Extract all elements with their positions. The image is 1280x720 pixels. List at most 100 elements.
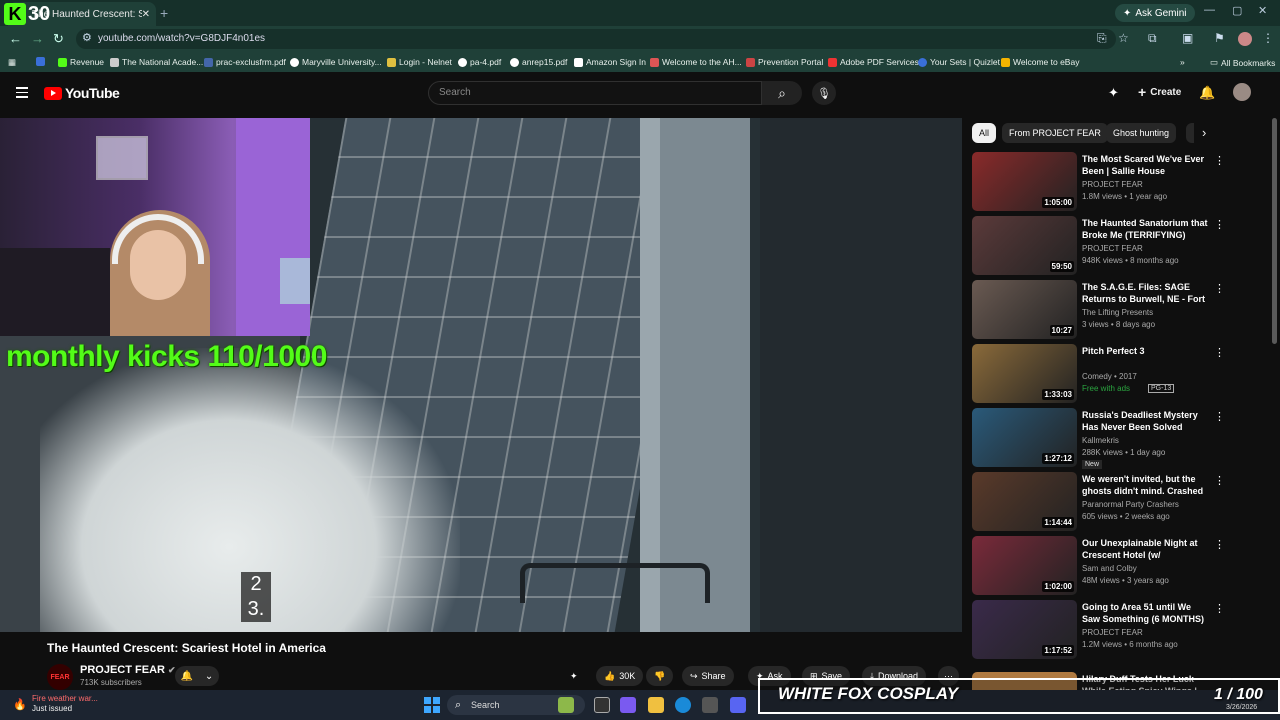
rating-badge: PG-13 (1148, 384, 1175, 393)
windows-start-icon[interactable] (424, 697, 440, 713)
more-vert-icon[interactable]: ⋮ (1214, 474, 1225, 487)
recommendation-item[interactable]: 1:14:44 We weren't invited, but the ghost… (972, 472, 1268, 532)
site-info-icon[interactable]: ⚙ (82, 31, 92, 44)
chip-partial[interactable] (1186, 123, 1194, 143)
bookmark-item[interactable]: Login - Nelnet (387, 57, 452, 67)
more-vert-icon[interactable]: ⋮ (1214, 410, 1225, 423)
rec-channel: Kallmekris (1082, 436, 1119, 445)
share-icon: ↪ (690, 670, 698, 681)
weather-widget[interactable]: Fire weather war... Just issued (32, 694, 98, 714)
install-icon[interactable]: ⎘ (1097, 31, 1107, 46)
ask-gemini-button[interactable]: ✦ Ask Gemini (1115, 4, 1195, 22)
more-vert-icon[interactable]: ⋮ (1214, 346, 1225, 359)
bookmark-item[interactable]: pa-4.pdf (458, 57, 501, 67)
voice-search-button[interactable]: 🎙 (812, 81, 836, 105)
extensions-icon[interactable]: ⧉ (1148, 31, 1157, 46)
more-vert-icon[interactable]: ⋮ (1214, 218, 1225, 231)
taskbar-app-icon[interactable] (558, 697, 574, 713)
bookmark-item[interactable] (36, 57, 45, 66)
rec-title: Pitch Perfect 3 (1082, 346, 1145, 356)
bookmark-item[interactable]: Your Sets | Quizlet (918, 57, 1000, 67)
apps-grid-icon[interactable]: ▦ (8, 57, 16, 68)
forward-icon[interactable]: → (31, 31, 44, 46)
video-scene-door-frame (660, 118, 750, 632)
profile-avatar[interactable] (1238, 32, 1252, 46)
menu-dots-icon[interactable]: ⋮ (1262, 31, 1274, 45)
more-vert-icon[interactable]: ⋮ (1214, 538, 1225, 551)
recommendation-item[interactable]: 1:27:12 Russia's Deadliest Mystery Has Ne… (972, 408, 1268, 469)
edge-icon[interactable] (675, 697, 691, 713)
more-vert-icon[interactable]: ⋮ (1214, 602, 1225, 615)
youtube-logo[interactable]: YouTube (44, 85, 120, 101)
tools-icon[interactable]: ⚑ (1214, 31, 1225, 45)
address-bar[interactable]: youtube.com/watch?v=G8DJF4n01es (76, 29, 1116, 49)
chips-next-icon[interactable]: › (1202, 125, 1206, 140)
like-button[interactable]: 👍 30K (596, 666, 644, 686)
thumbs-down-icon: 👎 (654, 670, 666, 681)
more-vert-icon[interactable]: ⋮ (1214, 154, 1225, 167)
scrollbar[interactable] (1272, 118, 1277, 344)
user-avatar[interactable] (1233, 83, 1251, 101)
bookmark-item[interactable]: Welcome to eBay (1001, 57, 1079, 67)
bookmark-item[interactable]: Welcome to the AH... (650, 57, 742, 67)
kick-logo-icon: K (4, 3, 26, 25)
recommendation-item[interactable]: 59:50 The Haunted Sanatorium that Broke M… (972, 216, 1268, 276)
notifications-bell-icon[interactable]: 🔔 (1199, 85, 1215, 101)
close-tab-icon[interactable]: ✕ (142, 9, 150, 20)
copilot-icon[interactable] (620, 697, 636, 713)
file-explorer-icon[interactable] (648, 697, 664, 713)
video-duration: 1:14:44 (1042, 517, 1074, 528)
create-button[interactable]: + Create (1132, 81, 1187, 103)
bookmark-item[interactable]: Revenue (58, 57, 104, 67)
hamburger-menu-icon[interactable] (16, 87, 28, 101)
search-button[interactable]: ⌕ (762, 81, 802, 105)
stream-overlay-text: WHITE FOX COSPLAY (778, 684, 959, 703)
maximize-icon[interactable]: ▢ (1232, 4, 1242, 17)
dislike-button[interactable]: 👎 (646, 666, 674, 686)
share-button[interactable]: ↪ Share (682, 666, 734, 686)
video-duration: 59:50 (1049, 261, 1074, 272)
chip-ghost-hunting[interactable]: Ghost hunting (1106, 123, 1177, 143)
bookmark-item[interactable]: Maryville University... (290, 57, 382, 67)
bookmark-item[interactable]: anrep15.pdf (510, 57, 567, 67)
recommendation-item[interactable]: 1:02:00 Our Unexplainable Night at Cresce… (972, 536, 1268, 596)
reload-icon[interactable]: ↻ (53, 31, 64, 47)
recommendation-item[interactable]: 1:33:03 Pitch Perfect 3 Comedy • 2017 Free … (972, 344, 1268, 404)
gemini-spark-icon[interactable]: ✦ (1108, 85, 1119, 101)
new-tab-icon[interactable]: + (160, 5, 168, 21)
close-window-icon[interactable]: ✕ (1258, 4, 1267, 17)
task-view-icon[interactable] (594, 697, 610, 713)
all-bookmarks-button[interactable]: ▭ All Bookmarks (1210, 57, 1275, 68)
bookmark-item[interactable]: Prevention Portal (746, 57, 823, 67)
rec-meta: 3 views • 8 days ago (1082, 320, 1156, 329)
video-scene-handle (520, 563, 710, 603)
more-bookmarks-icon[interactable]: » (1180, 57, 1185, 67)
like-count: 30K (619, 671, 636, 681)
bookmark-item[interactable]: The National Acade... (110, 57, 203, 67)
back-icon[interactable]: ← (9, 31, 22, 46)
channel-name[interactable]: PROJECT FEAR ✔ (80, 664, 176, 676)
minimize-icon[interactable]: — (1204, 4, 1215, 16)
bookmark-star-icon[interactable]: ☆ (1118, 31, 1129, 45)
recommendation-item[interactable]: 1:17:52 Going to Area 51 until We Saw Som… (972, 600, 1268, 660)
recommendation-item[interactable]: 10:27 The S.A.G.E. Files: SAGE Returns to… (972, 280, 1268, 340)
chip-all[interactable]: All (972, 123, 997, 143)
recommendation-item[interactable]: 1:05:00 The Most Scared We've Ever Been |… (972, 152, 1268, 212)
more-vert-icon[interactable]: ⋮ (1214, 282, 1225, 295)
video-duration: 1:33:03 (1042, 389, 1074, 400)
sidepanel-icon[interactable]: ▣ (1182, 31, 1193, 45)
rec-channel: PROJECT FEAR (1082, 180, 1143, 189)
webcam-poster (96, 136, 148, 180)
bookmark-item[interactable]: prac-exclusfrm.pdf (204, 57, 286, 67)
search-input[interactable]: Search (428, 81, 762, 105)
channel-avatar[interactable]: FEAR (47, 664, 73, 690)
subscribed-bell-button[interactable]: 🔔 ⌄ (175, 666, 219, 686)
chip-from-channel[interactable]: From PROJECT FEAR (1002, 123, 1108, 143)
bookmark-item[interactable]: Amazon Sign In (574, 57, 646, 67)
rec-meta: 948K views • 8 months ago (1082, 256, 1179, 265)
gemini-ask-icon[interactable]: ✦ (570, 666, 578, 686)
store-icon[interactable] (702, 697, 718, 713)
video-player[interactable]: monthly kicks 110/1000 2 3. (0, 118, 962, 632)
bookmark-item[interactable]: Adobe PDF Services (828, 57, 919, 67)
discord-icon[interactable] (730, 697, 746, 713)
